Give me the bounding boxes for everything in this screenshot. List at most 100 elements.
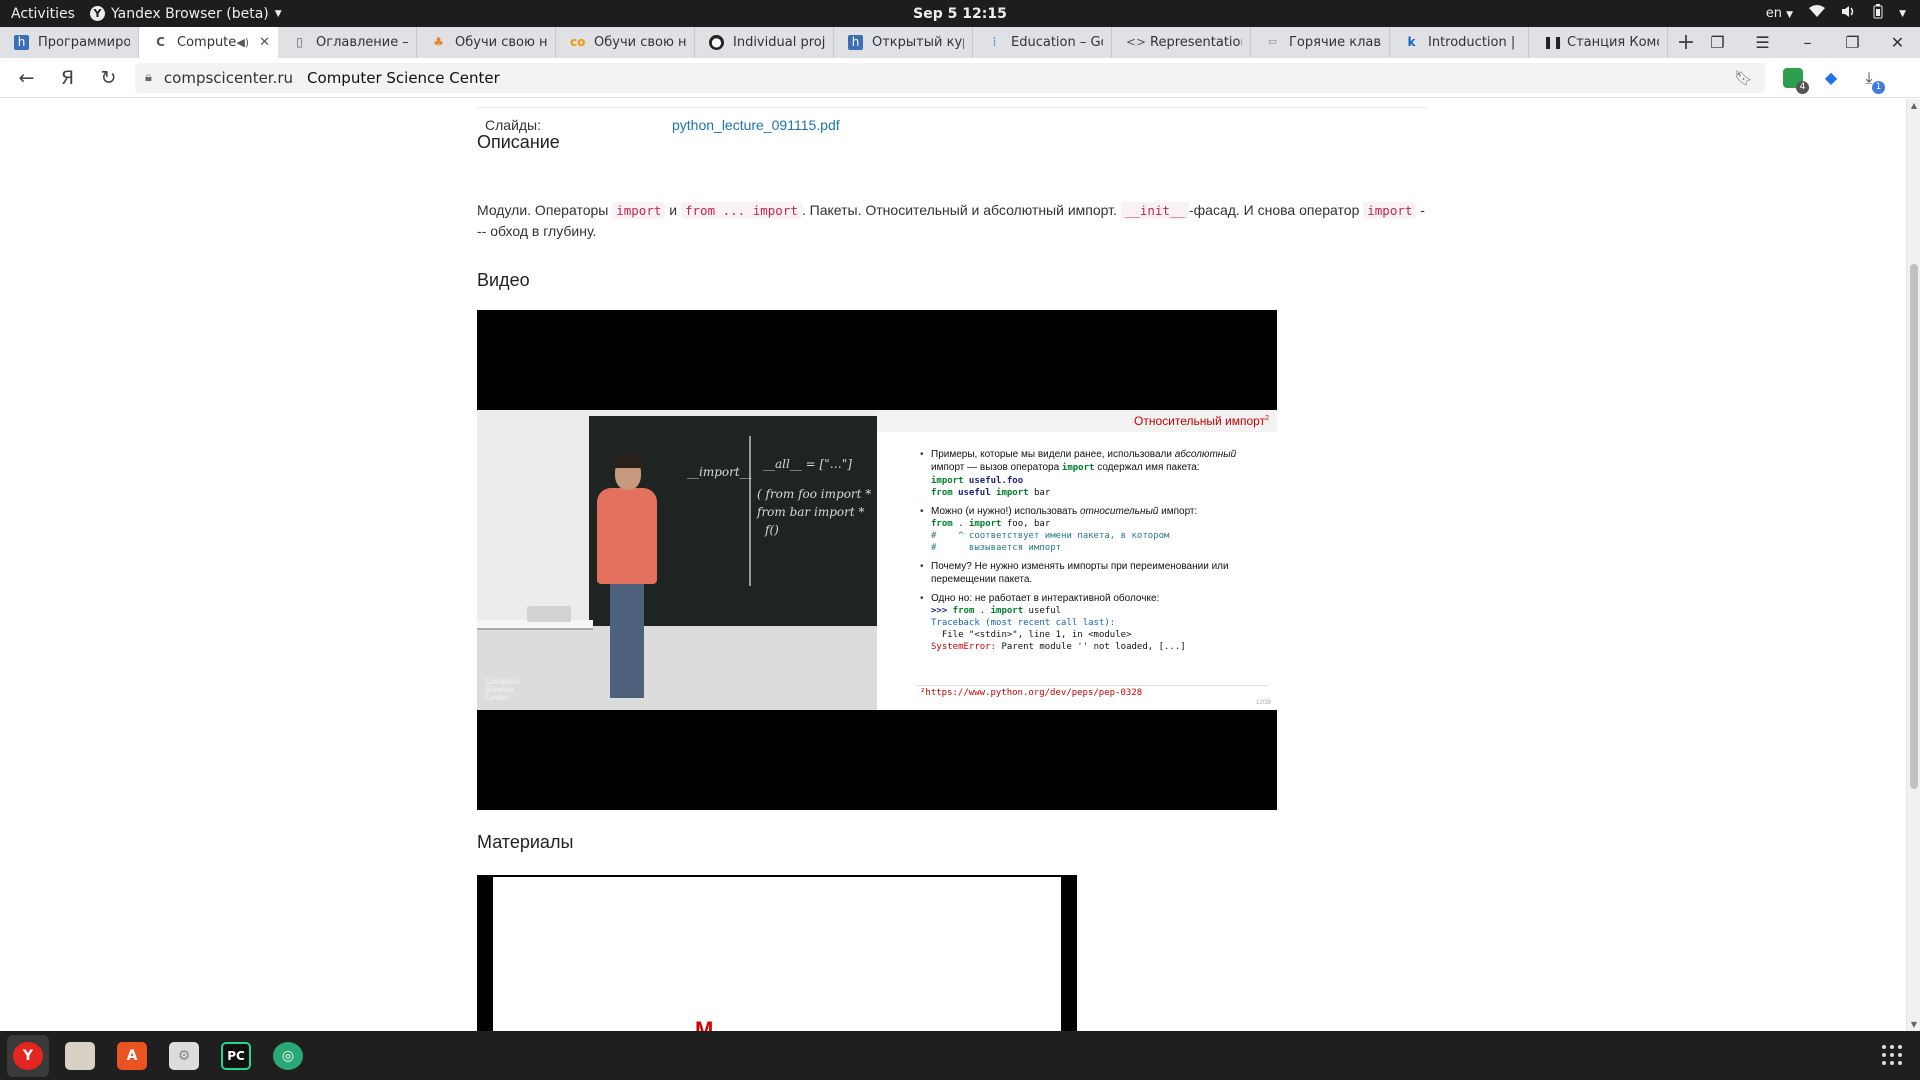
- speaker-icon[interactable]: ◀): [236, 36, 249, 49]
- diamond-extension-icon[interactable]: ◆: [1821, 68, 1841, 88]
- slide-code-comment: # ^ соответствует имени пакета, в которо…: [931, 531, 1170, 541]
- adblock-extension-icon[interactable]: 4: [1783, 67, 1809, 94]
- divider: [477, 107, 1427, 108]
- document-icon: ▯: [296, 35, 303, 49]
- tab[interactable]: k Introduction | K: [1390, 27, 1529, 58]
- code-keyword: import: [931, 476, 964, 486]
- tab[interactable]: ▯ Оглавление —: [278, 27, 417, 58]
- scroll-down-icon[interactable]: ▼: [1907, 1020, 1920, 1029]
- chalk-text: ( from foo import *: [757, 487, 872, 501]
- slides-pdf-link[interactable]: python_lecture_091115.pdf: [672, 117, 840, 133]
- materials-document: M: [493, 877, 1061, 1031]
- app-name: Yandex Browser (beta): [111, 5, 269, 22]
- lock-icon[interactable]: 🔒︎: [145, 70, 152, 85]
- tab[interactable]: <> Representation: [1112, 27, 1251, 58]
- app-menu[interactable]: Y Yandex Browser (beta) ▼: [90, 6, 282, 22]
- red-logo-icon: M: [695, 1017, 714, 1032]
- dock-pycharm[interactable]: PC: [215, 1035, 257, 1077]
- wifi-icon: [1809, 5, 1826, 22]
- desc-text: -фасад. И снова оператор: [1188, 202, 1364, 218]
- slide-text: Можно (и нужно!) использовать: [931, 506, 1080, 517]
- clock[interactable]: Sep 5 12:15: [0, 6, 1920, 22]
- dock-software-center[interactable]: A: [111, 1035, 153, 1077]
- language-indicator[interactable]: en ▼: [1766, 6, 1793, 21]
- caret-down-icon: ▼: [1786, 10, 1794, 20]
- page-scrollbar[interactable]: ▲ ▼: [1906, 99, 1920, 1031]
- slide-bullet: Примеры, которые мы видели ранее, исполь…: [920, 448, 1265, 499]
- tab[interactable]: ● Individual proje: [695, 27, 834, 58]
- web-page: Слайды: python_lecture_091115.pdf Описан…: [0, 99, 1906, 1031]
- back-arrow-icon[interactable]: ←: [6, 67, 47, 89]
- slide-emphasis: относительный: [1079, 506, 1159, 517]
- lecture-camera-view: __import__ __all__ = ["…"] ( from foo im…: [477, 410, 877, 710]
- tab[interactable]: ❚❚ Станция Комо: [1529, 27, 1668, 58]
- scrollbar-thumb[interactable]: [1910, 264, 1918, 789]
- show-applications-icon[interactable]: [1882, 1045, 1902, 1065]
- close-tab-icon[interactable]: ✕: [259, 35, 270, 50]
- github-icon: ●: [709, 35, 724, 50]
- dock-yandex-browser[interactable]: Y: [7, 1034, 49, 1077]
- reload-icon[interactable]: ↻: [88, 67, 129, 89]
- slide-footnote-rule: [917, 685, 1267, 686]
- code-keyword: from: [947, 606, 975, 616]
- address-bar[interactable]: 🔒︎ compscicenter.ru Computer Science Cen…: [135, 62, 1765, 93]
- h-icon: h: [14, 35, 29, 50]
- code-text: Parent module '' not loaded, [...]: [996, 642, 1186, 652]
- scroll-up-icon[interactable]: ▲: [1907, 101, 1920, 110]
- code-keyword: import: [990, 606, 1024, 616]
- slide-body: Примеры, которые мы видели ранее, исполь…: [920, 448, 1265, 659]
- google-dots-icon: ⁞: [992, 35, 997, 49]
- slide-keyword: import: [1061, 463, 1095, 473]
- tab[interactable]: co Обучи свою не: [556, 27, 695, 58]
- tab[interactable]: h Программиро: [0, 27, 139, 58]
- tab[interactable]: ▭ Горячие клави: [1251, 27, 1390, 58]
- chalk-text: f(): [765, 523, 779, 537]
- tab-manager-icon[interactable]: ❐: [1695, 33, 1740, 52]
- menu-icon[interactable]: ☰: [1740, 33, 1785, 52]
- volume-icon: [1841, 5, 1857, 22]
- dock-settings[interactable]: ⚙: [163, 1035, 205, 1077]
- code-error: SystemError:: [931, 642, 997, 652]
- activities-button[interactable]: Activities: [0, 6, 90, 22]
- lecturer-legs: [610, 582, 644, 698]
- desc-text: Модули. Операторы: [477, 202, 613, 218]
- chalk-text: __all__ = ["…"]: [763, 457, 852, 471]
- code-keyword: from: [931, 519, 953, 529]
- slide-text: Почему? Не нужно изменять импорты при пе…: [931, 561, 1229, 585]
- tab[interactable]: ⁞ Education – Goo: [973, 27, 1112, 58]
- tab[interactable]: ♣ Обучи свою не: [417, 27, 556, 58]
- system-tray[interactable]: en ▼ ▼: [1766, 0, 1906, 27]
- video-player[interactable]: __import__ __all__ = ["…"] ( from foo im…: [477, 310, 1277, 810]
- yandex-home-icon[interactable]: Я: [47, 67, 88, 89]
- slide-text: Примеры, которые мы видели ранее, исполь…: [931, 449, 1175, 460]
- software-center-icon: A: [117, 1041, 147, 1070]
- slide-text: Одно но: не работает в интерактивной обо…: [931, 593, 1160, 604]
- download-icon[interactable]: ⤓ 1: [1859, 68, 1885, 94]
- materials-embed[interactable]: M: [477, 875, 1077, 1031]
- restore-icon[interactable]: ❐: [1830, 33, 1875, 52]
- slide-text: импорт — вызов оператора: [931, 462, 1062, 473]
- code-text: bar: [1028, 488, 1051, 498]
- slide-emphasis: абсолютный: [1174, 449, 1237, 460]
- slide-code-line: from . import foo, bar: [931, 518, 1265, 530]
- gnome-top-bar: Activities Y Yandex Browser (beta) ▼ Sep…: [0, 0, 1920, 27]
- slide-bullet: Одно но: не работает в интерактивной обо…: [920, 592, 1265, 653]
- inline-code: import: [612, 202, 666, 219]
- slide-code-line: from useful import bar: [931, 487, 1265, 499]
- code-text: .: [974, 606, 991, 616]
- h-icon: h: [848, 35, 863, 50]
- slide-code-comment: # вызывается импорт: [931, 543, 1062, 553]
- tab[interactable]: h Открытый кур: [834, 27, 973, 58]
- inline-code: __init__: [1120, 202, 1189, 219]
- dock-network-app[interactable]: ◎: [267, 1035, 309, 1077]
- caret-down-icon: ▼: [274, 8, 282, 19]
- inline-code: import: [1363, 202, 1417, 219]
- minimize-icon[interactable]: –: [1785, 33, 1830, 52]
- code-prompt: >>>: [931, 606, 948, 616]
- tab-active[interactable]: C Compute ◀) ✕: [139, 27, 278, 58]
- dock-files[interactable]: [59, 1035, 101, 1077]
- bookmark-icon[interactable]: 🔖︎: [1734, 69, 1753, 87]
- slide-title: Относительный импорт2: [877, 410, 1277, 432]
- video-frame: __import__ __all__ = ["…"] ( from foo im…: [477, 410, 1277, 710]
- close-window-icon[interactable]: ✕: [1875, 33, 1920, 52]
